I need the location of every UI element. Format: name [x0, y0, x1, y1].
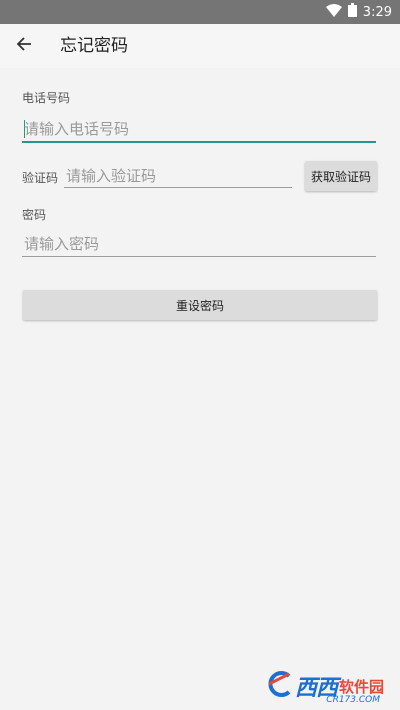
verification-code-input[interactable]: [64, 163, 292, 189]
arrow-back-icon: [16, 36, 32, 56]
status-time: 3:29: [362, 4, 392, 20]
code-input-underline: [64, 187, 292, 188]
wifi-icon: [325, 3, 342, 21]
get-code-button[interactable]: 获取验证码: [305, 161, 377, 191]
phone-input[interactable]: [22, 116, 376, 142]
site-watermark: 西西 软件园 CR173.COM: [265, 668, 384, 705]
app-bar: 忘记密码: [0, 24, 400, 68]
code-label: 验证码: [22, 171, 59, 185]
page-title: 忘记密码: [60, 36, 128, 56]
password-label: 密码: [22, 208, 47, 222]
reset-password-form: 电话号码 验证码 获取验证码 密码 重设密码 西西 软件园 CR173.COM: [0, 68, 400, 710]
watermark-url: CR173.COM: [326, 695, 380, 705]
status-bar: 3:29: [0, 0, 400, 24]
watermark-text: 软件园: [338, 677, 384, 696]
password-input-underline: [22, 256, 376, 257]
status-icons: 3:29: [325, 0, 392, 24]
password-input[interactable]: [22, 231, 376, 257]
back-button[interactable]: [10, 32, 38, 60]
watermark-logo-icon: [265, 670, 293, 702]
phone-input-underline: [22, 141, 376, 143]
reset-password-button[interactable]: 重设密码: [23, 290, 377, 320]
battery-icon: [347, 3, 357, 21]
phone-label: 电话号码: [22, 91, 71, 105]
